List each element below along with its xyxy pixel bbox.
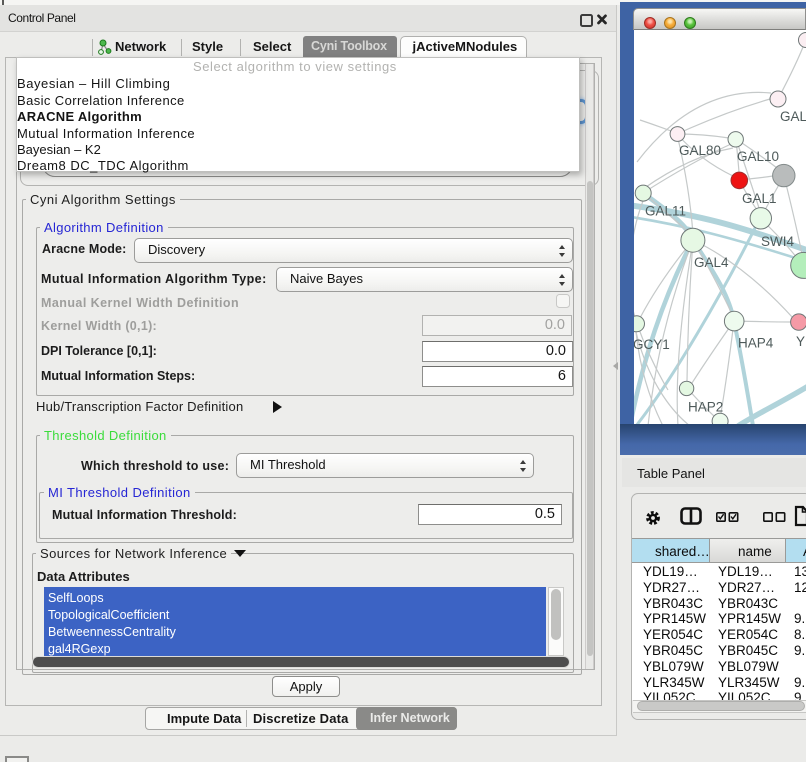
svg-text:GAL4: GAL4	[694, 255, 729, 270]
svg-text:GCY1: GCY1	[634, 337, 670, 352]
svg-text:SWI4: SWI4	[761, 234, 794, 249]
svg-text:GAL7: GAL7	[780, 109, 806, 124]
svg-text:HAP2: HAP2	[688, 400, 723, 415]
svg-text:GAL11: GAL11	[645, 204, 686, 219]
svg-text:GAL10: GAL10	[737, 149, 779, 164]
svg-text:HAP4: HAP4	[738, 336, 774, 351]
svg-text:YEL: YEL	[796, 334, 806, 349]
svg-text:GAL1: GAL1	[742, 191, 777, 206]
svg-text:GAL80: GAL80	[679, 143, 721, 158]
